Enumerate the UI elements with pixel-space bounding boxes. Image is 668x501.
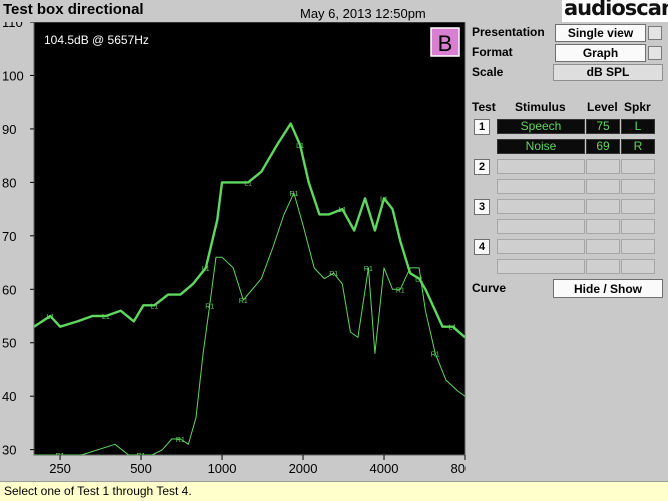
test-3-spkr-2[interactable]: [621, 219, 655, 234]
y-tick-label: 110: [2, 22, 23, 30]
curve-point-label: L1: [338, 207, 346, 214]
y-tick-label: 70: [2, 229, 16, 244]
graph-area[interactable]: 30 40 50 60 70 80 90 100 110 250 500 1000 2000 4000 80…: [0, 22, 466, 477]
curve-point-label: R1: [329, 271, 338, 278]
y-tick-label: 80: [2, 175, 16, 190]
scale-label: Scale: [472, 65, 504, 79]
y-tick-label: 40: [2, 389, 16, 404]
logo-text: audioscan: [564, 0, 668, 20]
test-3-button[interactable]: 3: [474, 199, 490, 215]
cursor-readout: 104.5dB @ 5657Hz: [44, 33, 149, 47]
test-3-stimulus[interactable]: [497, 199, 585, 214]
curve-point-label: L1: [380, 196, 388, 203]
test-2-stimulus-2[interactable]: [497, 179, 585, 194]
test-4-stimulus-2[interactable]: [497, 259, 585, 274]
presentation-label: Presentation: [472, 25, 545, 39]
curve-point-label: R1: [176, 437, 185, 444]
graph-marker-label: B: [438, 31, 453, 56]
test-3-level[interactable]: [586, 199, 620, 214]
y-tick-label: 100: [2, 68, 24, 83]
test-2-stimulus[interactable]: [497, 159, 585, 174]
test-1-stimulus[interactable]: Speech: [497, 119, 585, 134]
y-tick-label: 60: [2, 282, 16, 297]
test-2-spkr-2[interactable]: [621, 179, 655, 194]
test-column-header: Test: [472, 100, 496, 114]
curve-point-label: L1: [415, 277, 423, 284]
test-3-spkr[interactable]: [621, 199, 655, 214]
test-4-level-2[interactable]: [586, 259, 620, 274]
curve-point-label: R1: [205, 303, 214, 310]
window-title: Test box directional: [3, 1, 144, 18]
x-tick-label: 250: [49, 461, 71, 476]
test-4-spkr[interactable]: [621, 239, 655, 254]
audioscan-logo: audioscan: [562, 0, 668, 22]
test-2-level[interactable]: [586, 159, 620, 174]
stimulus-column-header: Stimulus: [515, 100, 566, 114]
curve-label: Curve: [472, 281, 507, 295]
curve-point-label: R1: [431, 351, 440, 358]
curve-point-label: L1: [202, 266, 210, 273]
test-1-spkr-2[interactable]: R: [621, 139, 655, 154]
test-1-level-2[interactable]: 69: [586, 139, 620, 154]
y-tick-label: 90: [2, 122, 16, 137]
curve-point-label: L1: [449, 325, 457, 332]
frequency-response-graph[interactable]: 30 40 50 60 70 80 90 100 110 250 500 1000 2000 4000 80…: [0, 22, 466, 477]
y-tick-label: 30: [2, 443, 16, 458]
curve-point-label: R1: [396, 287, 405, 294]
curve-point-label: R1: [289, 191, 298, 198]
spkr-column-header: Spkr: [624, 100, 651, 114]
presentation-button[interactable]: Single view: [555, 24, 646, 42]
audioscan-window: Test box directional May 6, 2013 12:50pm…: [0, 0, 668, 501]
x-tick-label: 4000: [370, 461, 399, 476]
curve-point-label: R1: [364, 266, 373, 273]
test-4-level[interactable]: [586, 239, 620, 254]
presentation-option-box[interactable]: [648, 26, 662, 40]
status-bar: Select one of Test 1 through Test 4.: [0, 481, 668, 501]
curve-point-label: L1: [296, 143, 304, 150]
x-tick-label: 2000: [289, 461, 318, 476]
test-2-button[interactable]: 2: [474, 159, 490, 175]
test-3-stimulus-2[interactable]: [497, 219, 585, 234]
curve-point-label: R1: [239, 298, 248, 305]
scale-value: dB SPL: [553, 64, 663, 81]
test-2-level-2[interactable]: [586, 179, 620, 194]
format-option-box[interactable]: [648, 46, 662, 60]
test-3-level-2[interactable]: [586, 219, 620, 234]
curve-point-label: L1: [46, 314, 54, 321]
x-tick-label: 500: [130, 461, 152, 476]
y-tick-label: 50: [2, 336, 16, 351]
test-1-button[interactable]: 1: [474, 119, 490, 135]
level-column-header: Level: [587, 100, 618, 114]
curve-point-label: L1: [150, 303, 158, 310]
test-4-button[interactable]: 4: [474, 239, 490, 255]
datetime-display: May 6, 2013 12:50pm: [300, 6, 426, 21]
test-4-spkr-2[interactable]: [621, 259, 655, 274]
test-1-stimulus-2[interactable]: Noise: [497, 139, 585, 154]
x-tick-label: 8000: [451, 461, 466, 476]
format-label: Format: [472, 45, 513, 59]
curve-point-label: L1: [244, 180, 252, 187]
test-4-stimulus[interactable]: [497, 239, 585, 254]
test-1-spkr[interactable]: L: [621, 119, 655, 134]
test-1-level[interactable]: 75: [586, 119, 620, 134]
x-tick-label: 1000: [208, 461, 237, 476]
test-2-spkr[interactable]: [621, 159, 655, 174]
curve-point-label: L1: [102, 314, 110, 321]
hide-show-button[interactable]: Hide / Show: [553, 279, 663, 298]
format-button[interactable]: Graph: [555, 44, 646, 62]
